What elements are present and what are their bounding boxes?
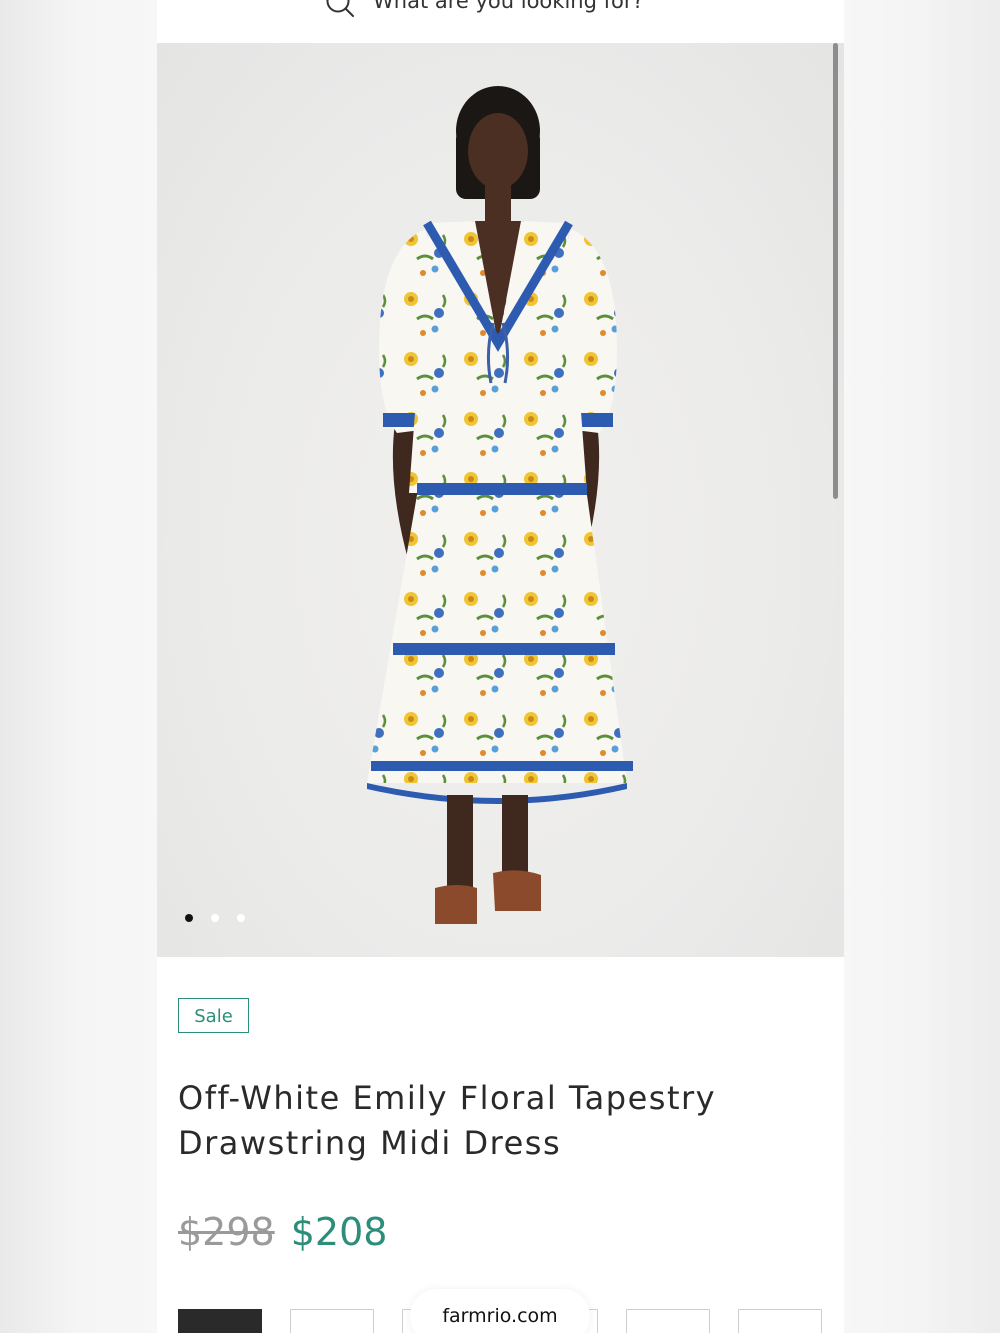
carousel-dot-2[interactable] xyxy=(211,914,219,922)
search-icon[interactable] xyxy=(325,0,355,18)
search-bar xyxy=(157,0,844,43)
swatch-option[interactable] xyxy=(738,1309,822,1333)
product-photo xyxy=(367,86,633,924)
sale-price: $208 xyxy=(290,1210,388,1254)
swatch-option[interactable] xyxy=(626,1309,710,1333)
product-title: Off-White Emily Floral Tapestry Drawstri… xyxy=(178,1079,717,1162)
product-image-carousel[interactable] xyxy=(157,43,844,957)
browser-url-pill[interactable]: farmrio.com xyxy=(410,1289,590,1333)
price-block: $298 $208 xyxy=(178,1210,387,1254)
carousel-dot-3[interactable] xyxy=(237,914,245,922)
page-scrollbar[interactable] xyxy=(833,43,838,499)
swatch-option[interactable] xyxy=(290,1309,374,1333)
search-input[interactable] xyxy=(373,0,793,18)
sale-badge: Sale xyxy=(178,998,249,1033)
carousel-dots xyxy=(185,914,245,922)
swatch-option[interactable] xyxy=(178,1309,262,1333)
carousel-dot-1[interactable] xyxy=(185,914,193,922)
original-price: $298 xyxy=(178,1210,275,1254)
mobile-viewport: Sale Off-White Emily Floral Tapestry Dra… xyxy=(157,0,844,1333)
